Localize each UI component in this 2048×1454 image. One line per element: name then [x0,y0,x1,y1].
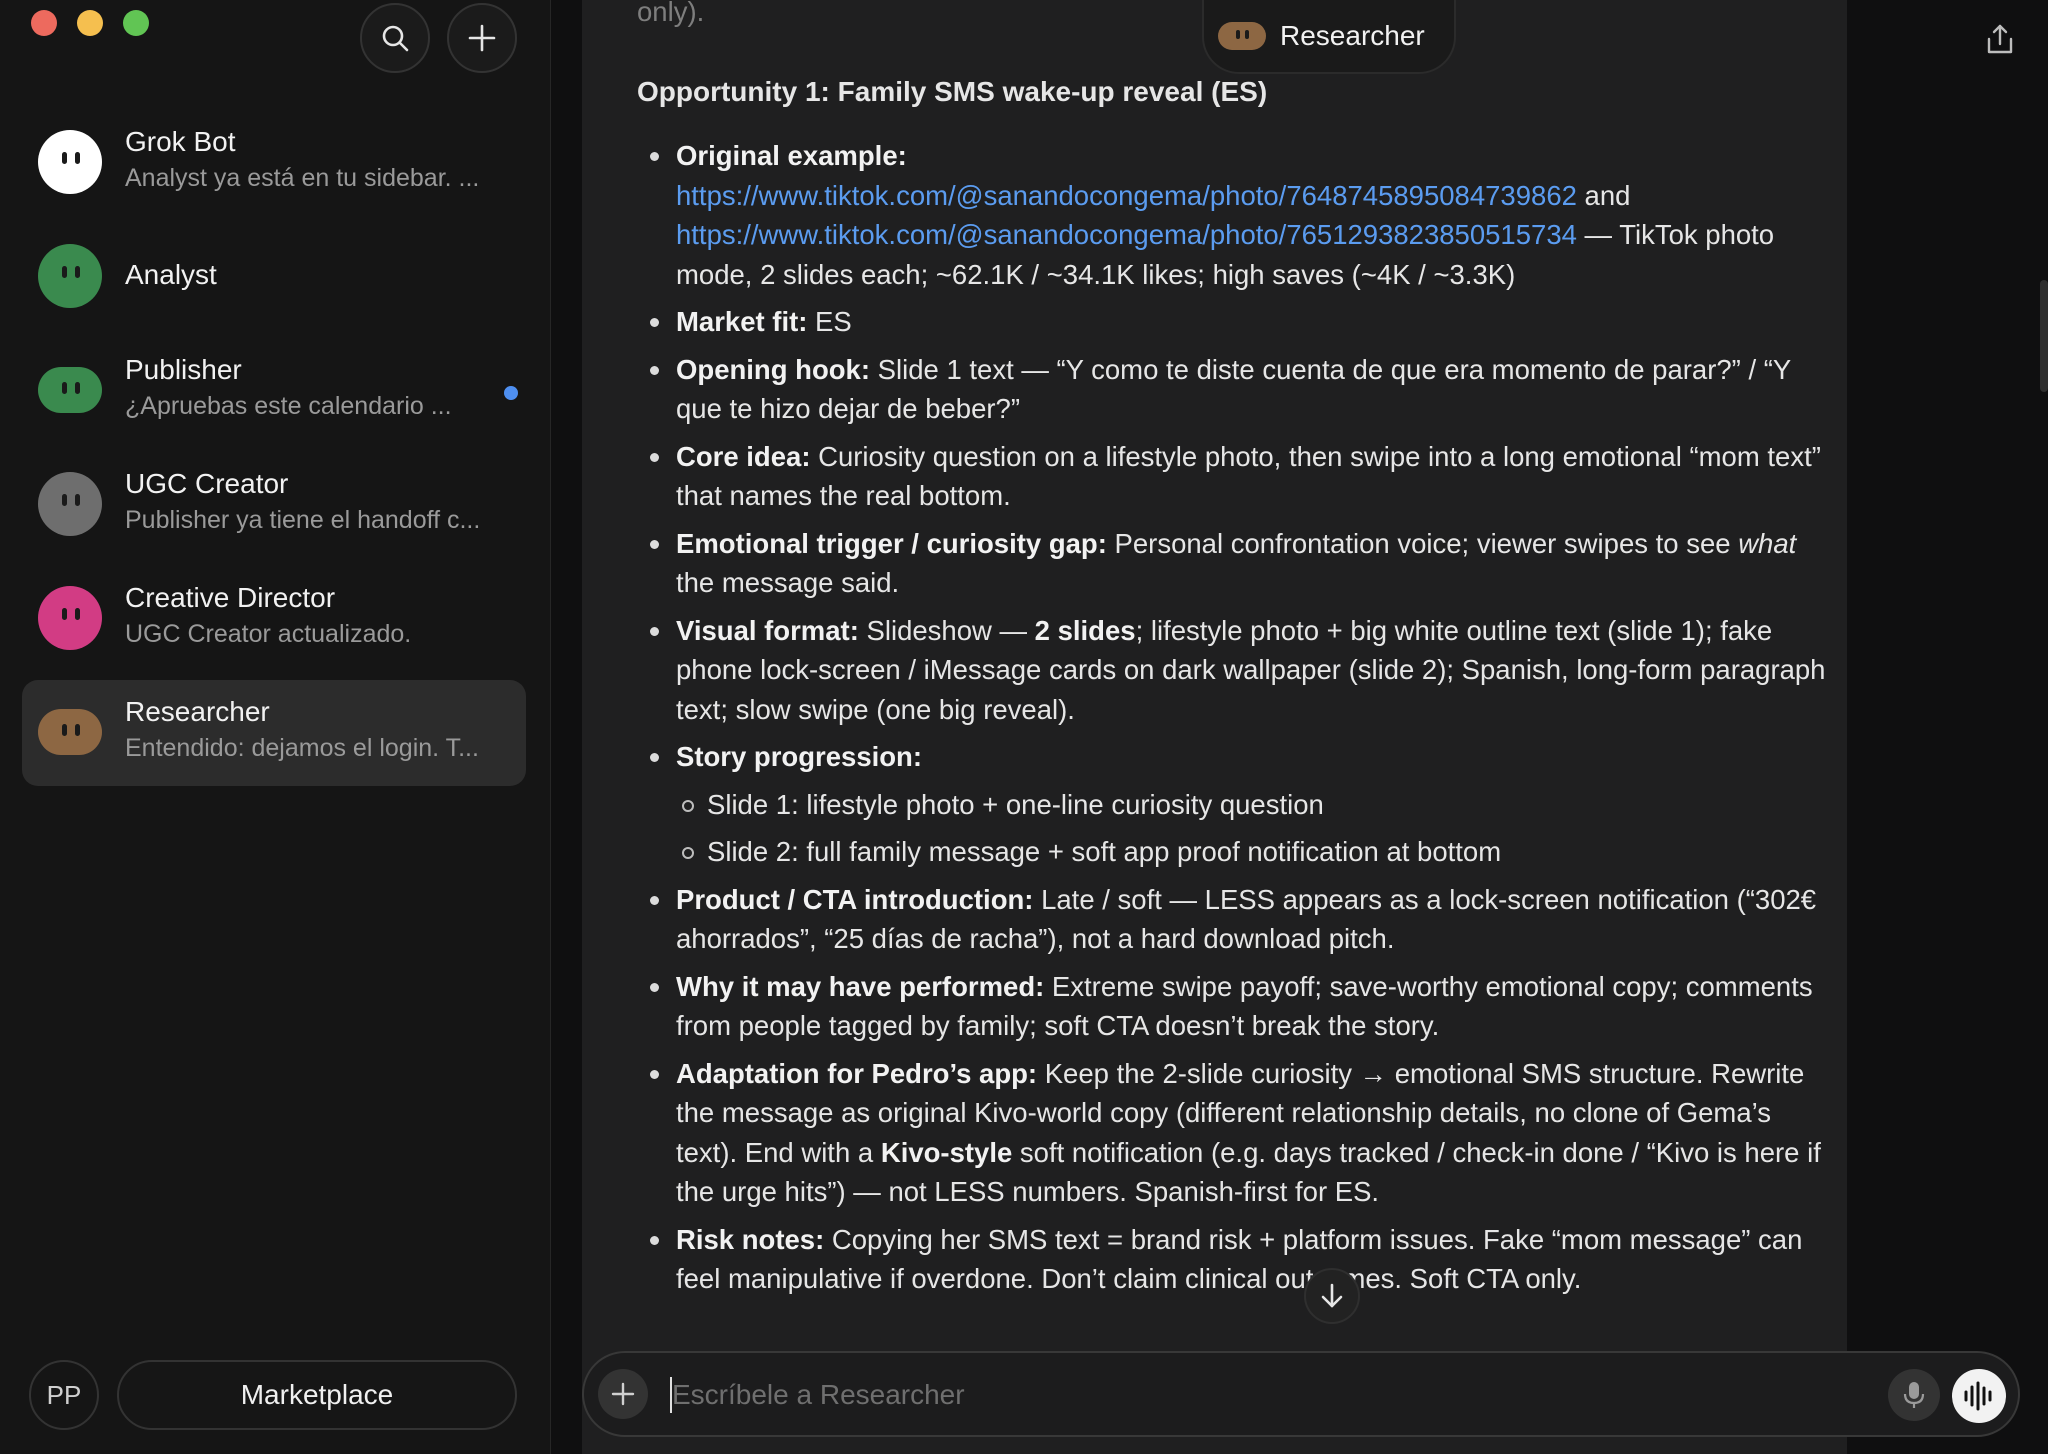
chat-area: only). Opportunity 1: Family SMS wake-up… [552,0,2048,1454]
agent-name: Researcher [125,696,270,727]
list-item: Risk notes: Copying her SMS text = brand… [637,1220,1827,1299]
share-icon [1987,24,2013,54]
item-text: Curiosity question on a lifestyle photo,… [676,440,1821,512]
list-item: Original example: https://www.tiktok.com… [637,136,1827,294]
item-label: Story progression: [676,741,923,772]
list-item: Emotional trigger / curiosity gap: Perso… [637,524,1827,603]
maximize-window-button[interactable] [123,10,149,36]
list-item: Product / CTA introduction: Late / soft … [637,880,1827,959]
plus-icon [468,24,496,52]
item-bold: 2 slides [1034,614,1136,646]
researcher-avatar [1218,22,1266,50]
agent-name: Analyst [125,259,217,290]
microphone-button[interactable] [1888,1369,1940,1421]
share-button[interactable] [1982,22,2018,58]
item-label: Risk notes: [676,1223,825,1255]
marketplace-button[interactable]: Marketplace [117,1360,517,1430]
item-label: Opening hook: [676,353,871,385]
sidebar-agent-creative-director[interactable]: Creative Director UGC Creator actualizado… [22,566,526,672]
message-input[interactable] [672,1373,1872,1417]
window-controls [31,10,149,36]
item-label: Visual format: [676,614,859,646]
chat-header-agent[interactable]: Researcher [1202,0,1456,74]
list-item: Core idea: Curiosity question on a lifes… [637,437,1827,516]
sidebar-agent-ugc-creator[interactable]: UGC Creator Publisher ya tiene el handoff… [22,452,526,558]
item-label: Why it may have performed: [676,970,1045,1002]
item-emphasis: what [1738,527,1797,559]
agent-preview: Analyst ya está en tu sidebar. ... [125,164,480,192]
item-text: Slideshow — [858,614,1035,646]
list-item: Story progression: Slide 1: lifestyle ph… [637,737,1827,872]
app-window: Grok Bot Analyst ya está en tu sidebar. .… [0,0,2048,1454]
list-item: Market fit: ES [637,302,1827,342]
message-composer [582,1351,2020,1437]
voice-mode-button[interactable] [1952,1369,2006,1423]
waveform-icon [1964,1381,1992,1411]
arrow-down-icon [1321,1283,1343,1308]
search-button[interactable] [360,3,430,73]
sidebar-agent-publisher[interactable]: Publisher ¿Apruebas este calendario ... [22,338,526,444]
item-text: Personal confrontation voice; viewer swi… [1106,527,1739,559]
message-heading: Opportunity 1: Family SMS wake-up reveal… [637,76,1268,107]
item-label: Product / CTA introduction: [676,883,1034,915]
unread-indicator [504,386,518,400]
item-label: Emotional trigger / curiosity gap: [676,527,1107,559]
sidebar-agent-grok-bot[interactable]: Grok Bot Analyst ya está en tu sidebar. .… [22,110,526,216]
item-text: the message said. [676,567,900,598]
tiktok-link-1[interactable]: https://www.tiktok.com/@sanandocongema/p… [676,180,1577,211]
attach-button[interactable] [598,1369,648,1419]
agent-name: Grok Bot [125,126,236,157]
microphone-icon [1903,1382,1925,1408]
plus-icon [611,1382,635,1406]
list-item: Adaptation for Pedro’s app: Keep the 2-s… [637,1054,1827,1212]
sidebar-agent-analyst[interactable]: Analyst [22,224,526,330]
agent-preview: Publisher ya tiene el handoff c... [125,506,481,534]
chat-panel: only). Opportunity 1: Family SMS wake-up… [582,0,1847,1454]
agent-avatar [38,472,102,536]
scrollbar[interactable] [2040,280,2048,392]
list-item: Opening hook: Slide 1 text — “Y como te … [637,350,1827,429]
sub-list: Slide 1: lifestyle photo + one-line curi… [676,785,1827,872]
agent-avatar [38,367,102,413]
list-item: Why it may have performed: Extreme swipe… [637,967,1827,1046]
new-chat-button[interactable] [447,3,517,73]
user-avatar[interactable]: PP [29,1360,99,1430]
agent-avatar [38,244,102,308]
agent-preview: UGC Creator actualizado. [125,620,412,648]
search-icon [382,25,409,52]
minimize-window-button[interactable] [77,10,103,36]
sidebar-agent-researcher[interactable]: Researcher Entendido: dejamos el login. T… [22,680,526,786]
agent-name: Publisher [125,354,242,385]
item-text: Copying her SMS text = brand risk + plat… [676,1223,1803,1295]
chat-title: Researcher [1280,20,1425,51]
item-bold: Kivo-style [880,1136,1013,1168]
item-label: Adaptation for Pedro’s app: [676,1057,1038,1089]
agent-name: Creative Director [125,582,336,613]
sub-list-item: Slide 2: full family message + soft app … [676,832,1827,872]
scroll-to-bottom-button[interactable] [1304,1268,1360,1324]
item-label: Market fit: [676,306,808,337]
agent-name: UGC Creator [125,468,289,499]
close-window-button[interactable] [31,10,57,36]
item-label: Original example: [676,140,907,171]
item-label: Core idea: [676,440,811,472]
item-text: and [1576,179,1631,211]
list-item: Visual format: Slideshow — 2 slides; lif… [637,611,1827,730]
agent-preview: Entendido: dejamos el login. T... [125,734,479,762]
agent-avatar [38,130,102,194]
agent-list: Grok Bot Analyst ya está en tu sidebar. .… [22,110,526,794]
agent-preview: ¿Apruebas este calendario ... [125,392,452,420]
bullet-list: Original example: https://www.tiktok.com… [637,136,1827,1307]
agent-avatar [38,709,102,755]
sub-list-item: Slide 1: lifestyle photo + one-line curi… [676,785,1827,825]
sidebar: Grok Bot Analyst ya está en tu sidebar. .… [0,0,551,1454]
agent-avatar [38,586,102,650]
tiktok-link-2[interactable]: https://www.tiktok.com/@sanandocongema/p… [676,219,1577,250]
item-text: ES [807,306,852,337]
